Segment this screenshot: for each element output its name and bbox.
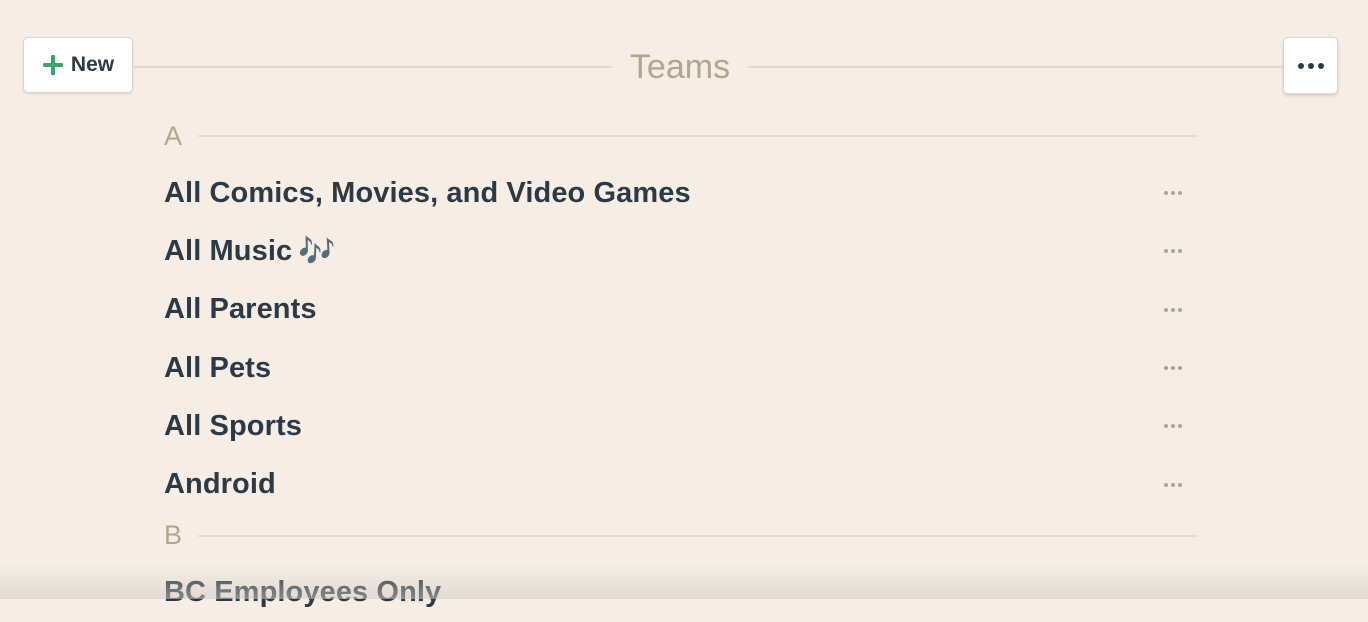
team-row[interactable]: All Comics, Movies, and Video Games [164,164,1198,222]
more-horizontal-icon [1297,62,1324,69]
row-more-icon[interactable] [1164,243,1182,259]
team-row[interactable]: All Pets [164,339,1198,397]
title-divider-right [748,66,1283,68]
page-title: Teams [629,48,731,86]
team-row[interactable]: All Music 🎶 [164,222,1198,280]
music-notes-icon: 🎶 [298,233,336,269]
section-letter: A [164,120,183,151]
team-name[interactable]: Android [164,468,276,501]
team-name[interactable]: BC Employees Only [164,576,441,609]
team-name[interactable]: All Parents [164,293,317,326]
team-row[interactable]: BC Employees Only [164,564,1198,622]
section-divider [198,534,1198,537]
team-row[interactable]: All Parents [164,281,1198,339]
title-divider-left [134,66,612,68]
section-divider [198,135,1198,137]
team-name[interactable]: All Sports [164,410,302,443]
section-header-a: A [164,114,1198,158]
section-header-b: B [164,514,1198,558]
page-header: New Teams [0,0,1368,110]
teams-list: A All Comics, Movies, and Video Games Al… [164,114,1198,622]
new-button-label: New [70,53,115,76]
row-more-icon[interactable] [1164,302,1182,318]
team-row[interactable]: All Sports [164,397,1198,455]
row-more-icon[interactable] [1164,418,1182,434]
page-options-button[interactable] [1283,37,1338,94]
section-letter: B [164,520,183,551]
team-row[interactable]: Android [164,455,1198,513]
new-team-button[interactable]: New [23,37,133,93]
team-name[interactable]: All Comics, Movies, and Video Games [164,177,691,210]
row-more-icon[interactable] [1164,185,1182,201]
plus-icon [42,55,63,75]
team-name[interactable]: All Music [164,235,292,268]
row-more-icon[interactable] [1164,360,1182,376]
row-more-icon[interactable] [1164,477,1182,493]
team-name[interactable]: All Pets [164,352,271,385]
